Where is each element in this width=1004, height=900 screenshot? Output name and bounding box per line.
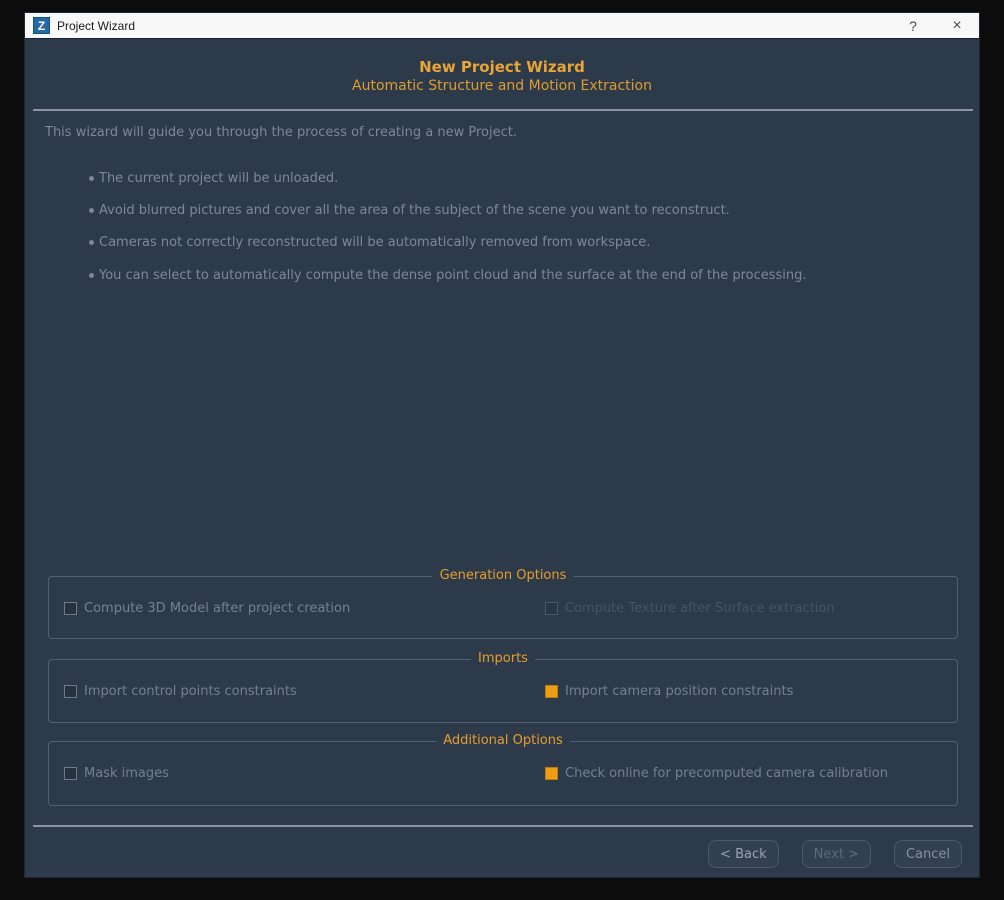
- bullet-item: The current project will be unloaded.: [89, 171, 338, 186]
- bullet-text: Avoid blurred pictures and cover all the…: [99, 203, 730, 218]
- bullet-text: You can select to automatically compute …: [99, 268, 807, 283]
- bullet-icon: [89, 240, 94, 245]
- group-imports: Imports Import control points constraint…: [48, 651, 958, 723]
- checkbox-compute-3d-model[interactable]: Compute 3D Model after project creation: [64, 601, 350, 616]
- checkbox-label: Import control points constraints: [84, 684, 297, 699]
- titlebar[interactable]: Z Project Wizard ? ×: [25, 13, 979, 39]
- wizard-header: New Project Wizard Automatic Structure a…: [25, 57, 979, 96]
- footer-buttons: < Back Next > Cancel: [708, 840, 962, 868]
- page-title: New Project Wizard: [419, 58, 585, 76]
- group-row: Import control points constraints Import…: [64, 684, 947, 699]
- group-title: Additional Options: [436, 733, 570, 748]
- checkbox-icon[interactable]: [64, 767, 77, 780]
- project-wizard-dialog: Z Project Wizard ? × New Project Wizard …: [24, 12, 980, 878]
- checkbox-import-control-points[interactable]: Import control points constraints: [64, 684, 297, 699]
- bullet-item: Cameras not correctly reconstructed will…: [89, 235, 650, 250]
- next-button[interactable]: Next >: [801, 840, 871, 868]
- checkbox-check-online-calibration[interactable]: Check online for precomputed camera cali…: [545, 766, 888, 781]
- checkbox-icon[interactable]: [64, 602, 77, 615]
- close-button[interactable]: ×: [935, 13, 979, 38]
- checkbox-icon[interactable]: [545, 602, 558, 615]
- checkbox-label: Compute 3D Model after project creation: [84, 601, 351, 616]
- bullet-text: The current project will be unloaded.: [99, 171, 339, 186]
- bullet-icon: [89, 208, 94, 213]
- checkbox-label: Import camera position constraints: [565, 684, 794, 699]
- bullet-item: Avoid blurred pictures and cover all the…: [89, 203, 730, 218]
- bullet-icon: [89, 176, 94, 181]
- checkbox-import-camera-position[interactable]: Import camera position constraints: [545, 684, 793, 699]
- group-additional-options: Additional Options Mask images Check onl…: [48, 733, 958, 806]
- window-title: Project Wizard: [57, 18, 136, 33]
- app-icon: Z: [33, 17, 50, 34]
- cancel-button[interactable]: Cancel: [893, 840, 962, 868]
- footer-divider: [33, 825, 973, 827]
- intro-lead: This wizard will guide you through the p…: [45, 125, 517, 140]
- header-divider: [33, 109, 973, 111]
- bullet-icon: [89, 273, 94, 278]
- group-title: Imports: [471, 651, 535, 666]
- checkbox-icon[interactable]: [64, 685, 77, 698]
- checkbox-label: Compute Texture after Surface extraction: [565, 601, 835, 616]
- group-title: Generation Options: [432, 568, 574, 583]
- checkbox-mask-images[interactable]: Mask images: [64, 766, 169, 781]
- checkbox-label: Mask images: [84, 766, 169, 781]
- checkbox-label: Check online for precomputed camera cali…: [565, 766, 888, 781]
- page-subtitle: Automatic Structure and Motion Extractio…: [352, 78, 652, 94]
- checkbox-icon[interactable]: [545, 685, 558, 698]
- back-button[interactable]: < Back: [708, 840, 779, 868]
- group-row: Mask images Check online for precomputed…: [64, 766, 947, 781]
- bullet-item: You can select to automatically compute …: [89, 268, 807, 283]
- checkbox-compute-texture[interactable]: Compute Texture after Surface extraction: [545, 601, 835, 616]
- titlebar-controls: ? ×: [891, 13, 979, 38]
- bullet-text: Cameras not correctly reconstructed will…: [99, 235, 651, 250]
- help-button[interactable]: ?: [891, 13, 935, 38]
- checkbox-icon[interactable]: [545, 767, 558, 780]
- group-generation-options: Generation Options Compute 3D Model afte…: [48, 568, 958, 639]
- group-row: Compute 3D Model after project creation …: [64, 601, 947, 616]
